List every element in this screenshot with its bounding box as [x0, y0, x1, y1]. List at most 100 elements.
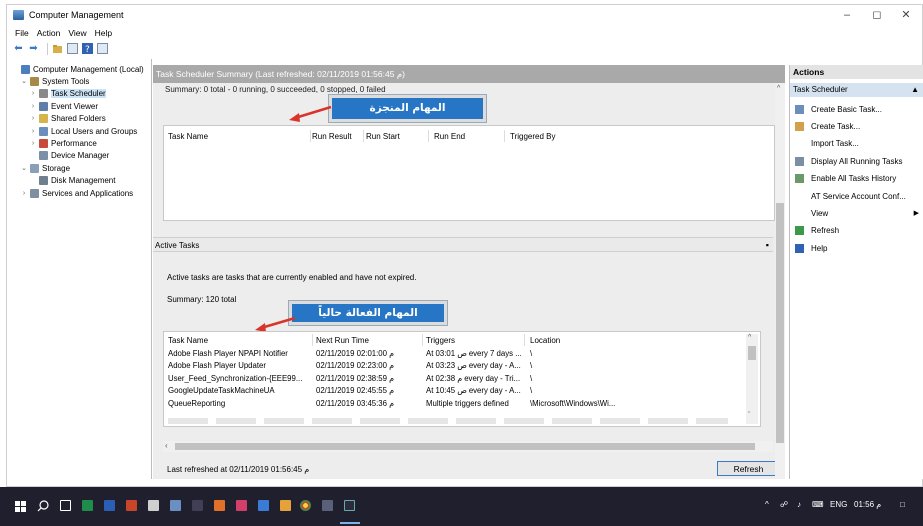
expander-chevron-icon[interactable]: ›	[20, 190, 28, 197]
windows-start-icon[interactable]	[15, 501, 26, 512]
tree-item[interactable]: Computer Management (Local)	[11, 63, 144, 75]
action-item[interactable]: View ▶	[790, 205, 923, 221]
action-item-label: View	[811, 208, 829, 218]
up-folder-icon[interactable]	[52, 43, 63, 54]
tree-item[interactable]: › Services and Applications	[20, 187, 133, 199]
refresh-button[interactable]: Refresh	[717, 461, 780, 476]
column-run-result[interactable]: Run Result	[312, 132, 352, 141]
active-tasks-table: Task Name Next Run Time Triggers Locatio…	[163, 331, 761, 427]
action-item[interactable]: Import Task...	[790, 136, 923, 152]
tree-item[interactable]: Disk Management	[29, 175, 115, 187]
table-row[interactable]: QueueReporting 02/11/2019 03:45:36 م Multi…	[164, 399, 742, 411]
users-icon	[39, 126, 48, 136]
computer-management-taskbar-icon[interactable]	[344, 500, 355, 511]
column-location[interactable]: Location	[530, 336, 560, 345]
app-icon[interactable]	[192, 500, 203, 511]
forward-arrow-icon[interactable]: ➡	[28, 43, 39, 54]
column-run-start[interactable]: Run Start	[366, 132, 400, 141]
tree-item[interactable]: ⌄ Storage	[20, 162, 70, 174]
toolbar-separator	[47, 42, 48, 55]
menu-bar: File Action View Help	[7, 25, 116, 40]
search-icon[interactable]	[37, 500, 49, 512]
expander-chevron-icon[interactable]: ⌄	[20, 164, 28, 172]
column-task-name[interactable]: Task Name	[168, 132, 208, 141]
language-indicator[interactable]: ENG	[830, 500, 847, 509]
column-run-end[interactable]: Run End	[434, 132, 465, 141]
action-item-label: Enable All Tasks History	[811, 174, 897, 184]
actions-subheader[interactable]: Task Scheduler ▲	[790, 83, 923, 97]
app-icon[interactable]	[214, 500, 225, 511]
tree-item[interactable]: › Performance	[29, 137, 97, 149]
table-row[interactable]: Adobe Flash Player Updater 02/11/2019 02:…	[164, 361, 742, 373]
menu-view[interactable]: View	[68, 28, 86, 38]
center-scrollbar[interactable]: ^	[775, 83, 785, 479]
word-icon[interactable]	[104, 500, 115, 511]
action-item[interactable]: Create Task...	[790, 118, 923, 134]
back-arrow-icon[interactable]: ⬅	[13, 43, 24, 54]
column-triggers[interactable]: Triggers	[426, 336, 455, 345]
app-icon[interactable]	[148, 500, 159, 511]
expander-chevron-icon[interactable]: ›	[29, 103, 37, 110]
table-row[interactable]: GoogleUpdateTaskMachineUA 02/11/2019 02:4…	[164, 386, 742, 398]
keyboard-icon[interactable]: ⌨	[812, 500, 824, 509]
powerpoint-icon[interactable]	[126, 500, 137, 511]
minimize-button[interactable]: –	[834, 7, 860, 23]
app-icon[interactable]	[258, 500, 269, 511]
active-table-scrollbar[interactable]: ^ ˇ	[746, 334, 758, 424]
column-task-name[interactable]: Task Name	[168, 336, 208, 345]
active-tasks-summary: Summary: 120 total	[167, 295, 237, 304]
action-item[interactable]: Create Basic Task...	[790, 101, 923, 117]
services-icon	[30, 188, 39, 198]
clock[interactable]: 01:56 م	[854, 500, 881, 509]
active-tasks-section-header[interactable]: Active Tasks ▪	[153, 237, 773, 252]
expander-chevron-icon[interactable]: ›	[29, 128, 37, 135]
collapse-icon[interactable]: ▪	[766, 238, 769, 253]
excel-icon[interactable]	[82, 500, 93, 511]
network-icon[interactable]: ☍	[780, 500, 788, 509]
notifications-icon[interactable]: □	[900, 500, 905, 509]
volume-icon[interactable]: ♪	[797, 500, 801, 509]
menu-action[interactable]: Action	[37, 28, 61, 38]
menu-help[interactable]: Help	[95, 28, 112, 38]
action-item[interactable]: AT Service Account Conf...	[790, 188, 923, 204]
help-toolbar-icon[interactable]: ?	[82, 43, 93, 54]
expander-chevron-icon[interactable]: ›	[29, 140, 37, 147]
properties-icon[interactable]	[97, 43, 108, 54]
tree-item-label: Performance	[51, 138, 97, 148]
collapse-up-icon[interactable]: ▲	[911, 83, 919, 97]
device-manager-icon	[39, 151, 48, 161]
column-next-run-time[interactable]: Next Run Time	[316, 336, 369, 345]
maximize-button[interactable]: ◻	[864, 7, 890, 23]
table-row[interactable]: Adobe Flash Player NPAPI Notifier 02/11/2…	[164, 349, 742, 361]
show-hide-tree-icon[interactable]	[67, 43, 78, 54]
app-icon[interactable]	[236, 500, 247, 511]
action-item[interactable]: Help	[790, 240, 923, 256]
expander-chevron-icon[interactable]: ›	[29, 115, 37, 122]
expander-chevron-icon[interactable]: ⌄	[20, 77, 28, 85]
app-icon[interactable]	[170, 500, 181, 511]
app-icon[interactable]	[280, 500, 291, 511]
tree-item[interactable]: › Task Scheduler	[29, 88, 106, 100]
app-icon[interactable]	[322, 500, 333, 511]
action-item[interactable]: Enable All Tasks History	[790, 171, 923, 187]
expander-chevron-icon[interactable]: ›	[29, 90, 37, 97]
chrome-icon[interactable]	[300, 500, 311, 511]
tree-item[interactable]: › Local Users and Groups	[29, 125, 137, 137]
menu-file[interactable]: File	[15, 28, 29, 38]
tree-item[interactable]: › Event Viewer	[29, 100, 98, 112]
horizontal-scrollbar[interactable]: ‹ ›	[163, 441, 782, 452]
tree-item[interactable]: Device Manager	[29, 150, 109, 162]
column-triggered-by[interactable]: Triggered By	[510, 132, 556, 141]
task-view-icon[interactable]	[60, 500, 71, 511]
table-cell: User_Feed_Synchronization-{EEE99...	[168, 373, 303, 383]
tree-item[interactable]: › Shared Folders	[29, 113, 106, 125]
table-row[interactable]: User_Feed_Synchronization-{EEE99... 02/11…	[164, 374, 742, 386]
performance-icon	[39, 138, 48, 148]
summary-header: Task Scheduler Summary (Last refreshed: …	[153, 65, 785, 83]
tree-item-label: Disk Management	[51, 176, 116, 186]
action-item[interactable]: Display All Running Tasks	[790, 153, 923, 169]
close-button[interactable]: ✕	[893, 7, 919, 23]
tray-chevron-icon[interactable]: ^	[765, 500, 769, 509]
tree-item[interactable]: ⌄ System Tools	[20, 75, 89, 87]
action-item[interactable]: Refresh	[790, 223, 923, 239]
